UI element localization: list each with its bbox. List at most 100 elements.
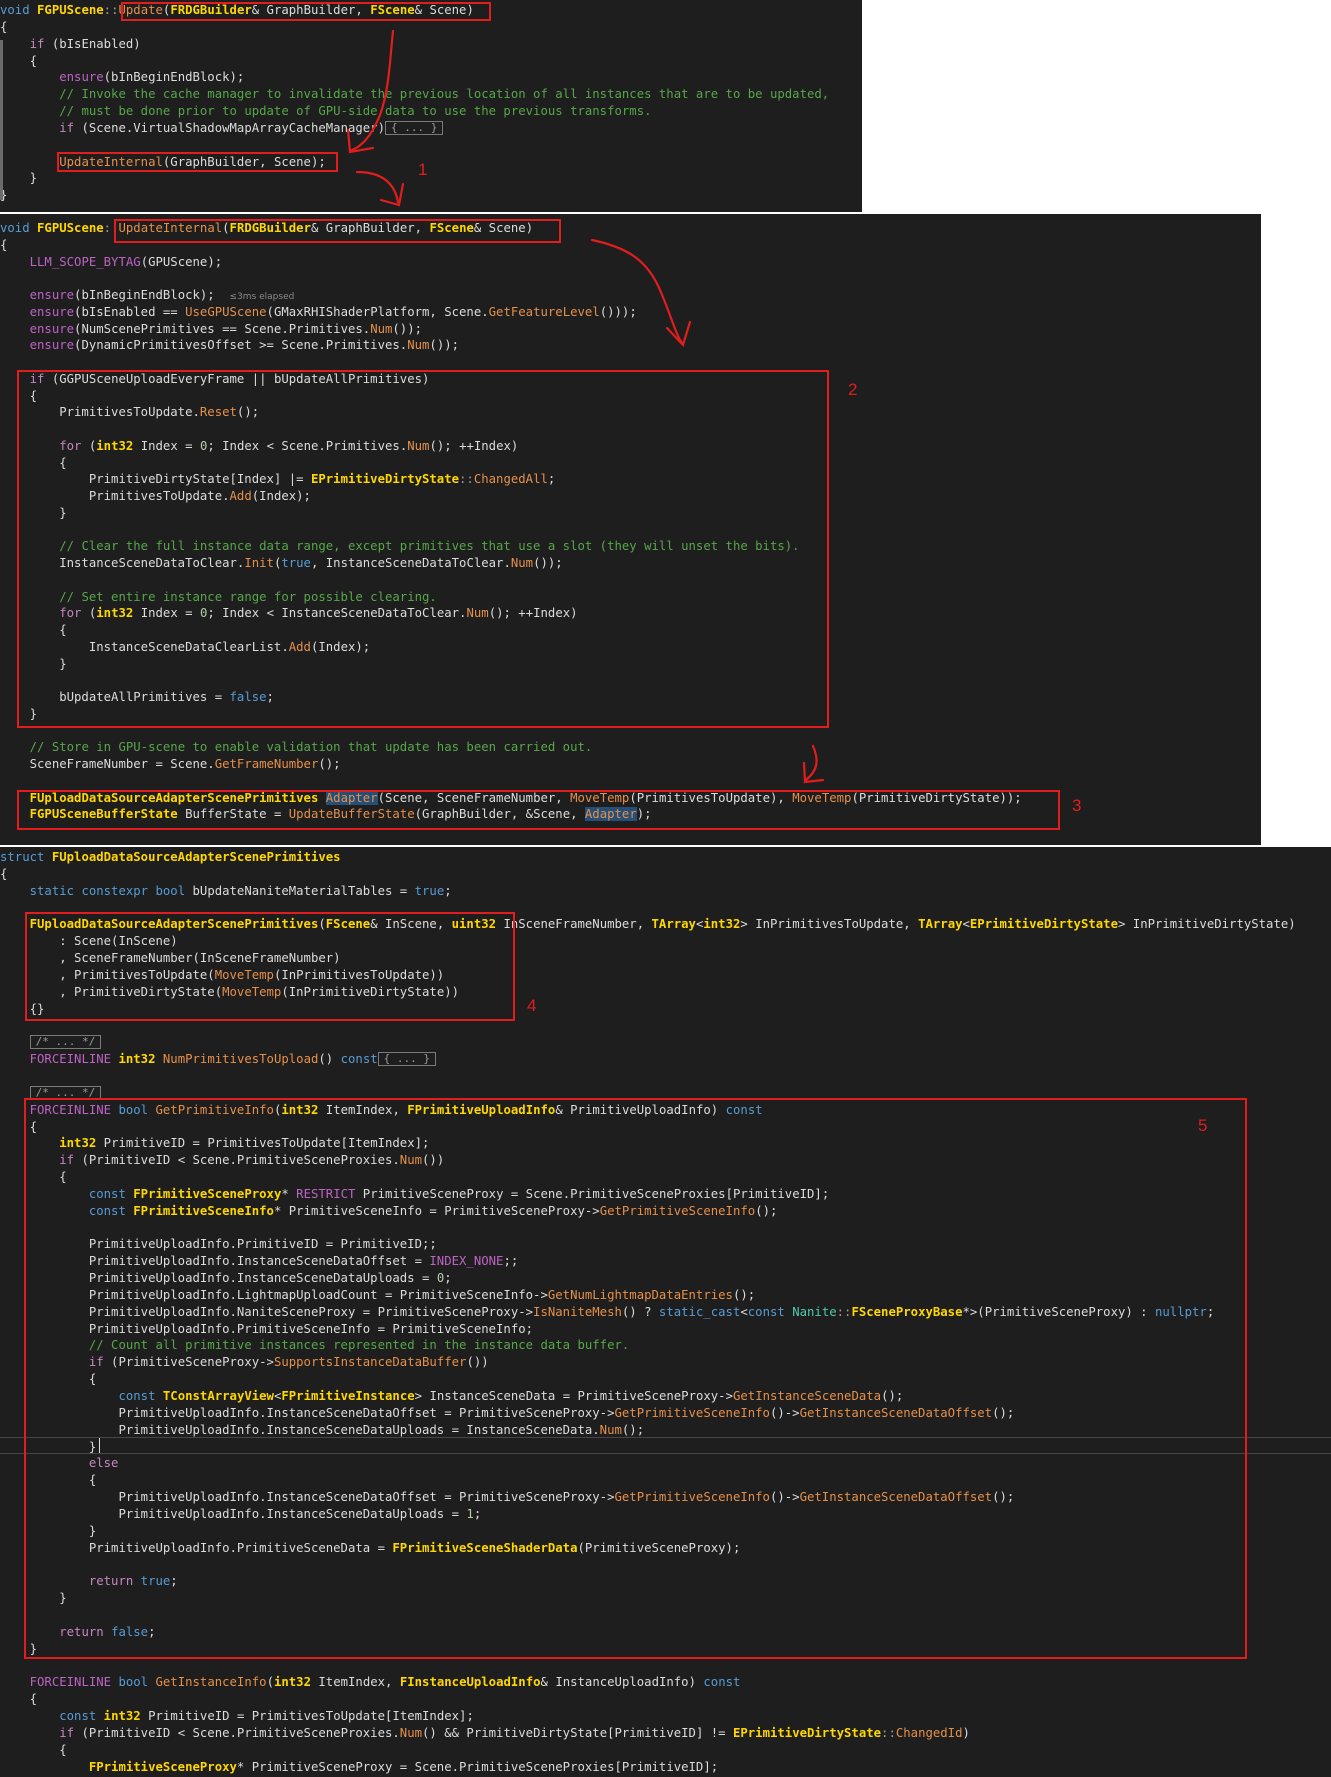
code-line[interactable]: { — [0, 1691, 1296, 1708]
highlight-box-update-internal-call — [57, 152, 338, 172]
code-token: { — [0, 237, 8, 252]
code-line[interactable]: ensure(NumScenePrimitives == Scene.Primi… — [0, 321, 1022, 338]
code-token: struct — [0, 850, 52, 864]
code-line[interactable]: } — [0, 187, 829, 204]
code-token: :: — [103, 3, 119, 17]
code-token: true — [414, 883, 445, 898]
annotation-number: 3 — [1072, 796, 1082, 815]
code-line[interactable]: { — [0, 53, 829, 70]
code-token: (bInBeginEndBlock); — [103, 70, 245, 85]
code-token: (GPUScene); — [140, 254, 223, 269]
code-line[interactable]: { — [0, 866, 1296, 883]
code-line[interactable]: ensure(DynamicPrimitivesOffset >= Scene.… — [0, 337, 1022, 354]
code-token: < — [962, 917, 970, 932]
annotation-number: 5 — [1198, 1116, 1208, 1135]
code-token: ItemIndex, — [311, 1675, 400, 1690]
code-token: > InPrimitiveDirtyState) — [1117, 917, 1296, 932]
code-token: (DynamicPrimitivesOffset >= Scene.Primit… — [74, 338, 408, 353]
code-token: ChangedId — [895, 1725, 963, 1740]
code-line[interactable]: if (PrimitiveID < Scene.PrimitiveScenePr… — [0, 1725, 1296, 1742]
code-token: GetFrameNumber — [214, 757, 319, 771]
code-token: void — [0, 3, 38, 17]
code-line[interactable]: ensure(bInBeginEndBlock); — [0, 69, 829, 86]
code-panel-update: void FGPUScene::Update(FRDGBuilder& Grap… — [0, 0, 862, 212]
code-token: FGPUScene — [37, 3, 104, 17]
code-token: } — [0, 171, 38, 186]
collapsed-region-button[interactable]: { ... } — [385, 120, 444, 135]
code-line[interactable]: struct FUploadDataSourceAdapterScenePrim… — [0, 849, 1296, 866]
code-line[interactable]: const int32 PrimitiveID = PrimitivesToUp… — [0, 1708, 1296, 1725]
code-token: FPrimitiveSceneProxy — [88, 1759, 237, 1774]
code-line[interactable]: /* ... */ — [0, 1034, 1296, 1051]
code-line[interactable]: if (bIsEnabled) — [0, 36, 829, 53]
code-line[interactable]: ensure(bInBeginEndBlock); ≤3ms elapsed — [0, 287, 1022, 304]
code-line[interactable] — [0, 270, 1022, 287]
code-line[interactable] — [0, 1068, 1296, 1085]
code-editor-update[interactable]: void FGPUScene::Update(FRDGBuilder& Grap… — [0, 2, 829, 204]
code-token: () — [318, 1052, 341, 1067]
highlight-box-upload-all-block — [17, 370, 829, 728]
highlight-box-adapter-constructor — [25, 912, 515, 1021]
code-line[interactable] — [0, 773, 1022, 790]
code-token: FUploadDataSourceAdapterScenePrimitives — [51, 850, 341, 864]
code-line[interactable]: FORCEINLINE bool GetInstanceInfo(int32 I… — [0, 1674, 1296, 1691]
code-line[interactable]: FORCEINLINE int32 NumPrimitivesToUpload(… — [0, 1051, 1296, 1068]
code-line[interactable]: ensure(bIsEnabled == UseGPUScene(GMaxRHI… — [0, 304, 1022, 321]
code-line[interactable]: // Store in GPU-scene to enable validati… — [0, 739, 1022, 756]
collapsed-region-button[interactable]: { ... } — [377, 1052, 436, 1067]
code-token: Num — [407, 338, 430, 353]
code-token: & InstanceUploadInfo) — [540, 1675, 704, 1690]
code-line[interactable]: SceneFrameNumber = Scene.GetFrameNumber(… — [0, 756, 1022, 773]
code-line[interactable]: LLM_SCOPE_BYTAG(GPUScene); — [0, 254, 1022, 271]
code-token: ) — [962, 1725, 970, 1740]
code-token: if — [59, 1725, 75, 1740]
code-line[interactable]: FPrimitiveSceneProxy* PrimitiveSceneProx… — [0, 1759, 1296, 1776]
code-token: int32 — [103, 1709, 141, 1724]
code-token: TArray — [918, 917, 963, 932]
code-token: :: — [881, 1725, 896, 1740]
code-token: const — [59, 1709, 97, 1724]
code-line[interactable]: } — [0, 170, 829, 187]
highlight-box-update-internal-signature — [114, 219, 561, 243]
code-line[interactable] — [0, 354, 1022, 371]
code-token: { — [0, 53, 38, 68]
code-token: static constexpr bool — [29, 883, 186, 898]
code-token: InSceneFrameNumber, — [496, 917, 652, 932]
code-token: ()); — [392, 321, 423, 336]
code-token: GetFeatureLevel — [488, 304, 600, 319]
code-line[interactable]: // Invoke the cache manager to invalidat… — [0, 86, 829, 103]
code-token: // must be done prior to update of GPU-s… — [59, 104, 652, 119]
code-line[interactable] — [0, 1658, 1296, 1675]
code-token: if — [29, 36, 45, 51]
annotation-number: 2 — [848, 380, 858, 399]
code-token: { — [0, 1742, 67, 1757]
code-token: const — [340, 1052, 378, 1067]
code-line[interactable]: if (Scene.VirtualShadowMapArrayCacheMana… — [0, 120, 829, 137]
code-token: { — [0, 866, 8, 881]
code-token: ensure — [29, 304, 75, 319]
code-token: ; — [444, 883, 452, 898]
code-token: FORCEINLINE — [29, 1675, 112, 1690]
code-token: Num — [399, 1725, 423, 1740]
code-line[interactable]: { — [0, 1742, 1296, 1759]
code-line[interactable]: static constexpr bool bUpdateNaniteMater… — [0, 883, 1296, 900]
code-token: * PrimitiveSceneProxy = Scene.PrimitiveS… — [236, 1759, 719, 1774]
code-line[interactable]: // must be done prior to update of GPU-s… — [0, 103, 829, 120]
collapsed-region-button[interactable]: /* ... */ — [29, 1035, 102, 1050]
code-line[interactable]: { — [0, 19, 829, 36]
highlight-box-get-primitive-info — [24, 1098, 1247, 1659]
code-token: FGPUScene — [37, 221, 104, 235]
code-token: TArray — [651, 917, 696, 932]
code-token: (bIsEnabled == — [74, 304, 186, 319]
